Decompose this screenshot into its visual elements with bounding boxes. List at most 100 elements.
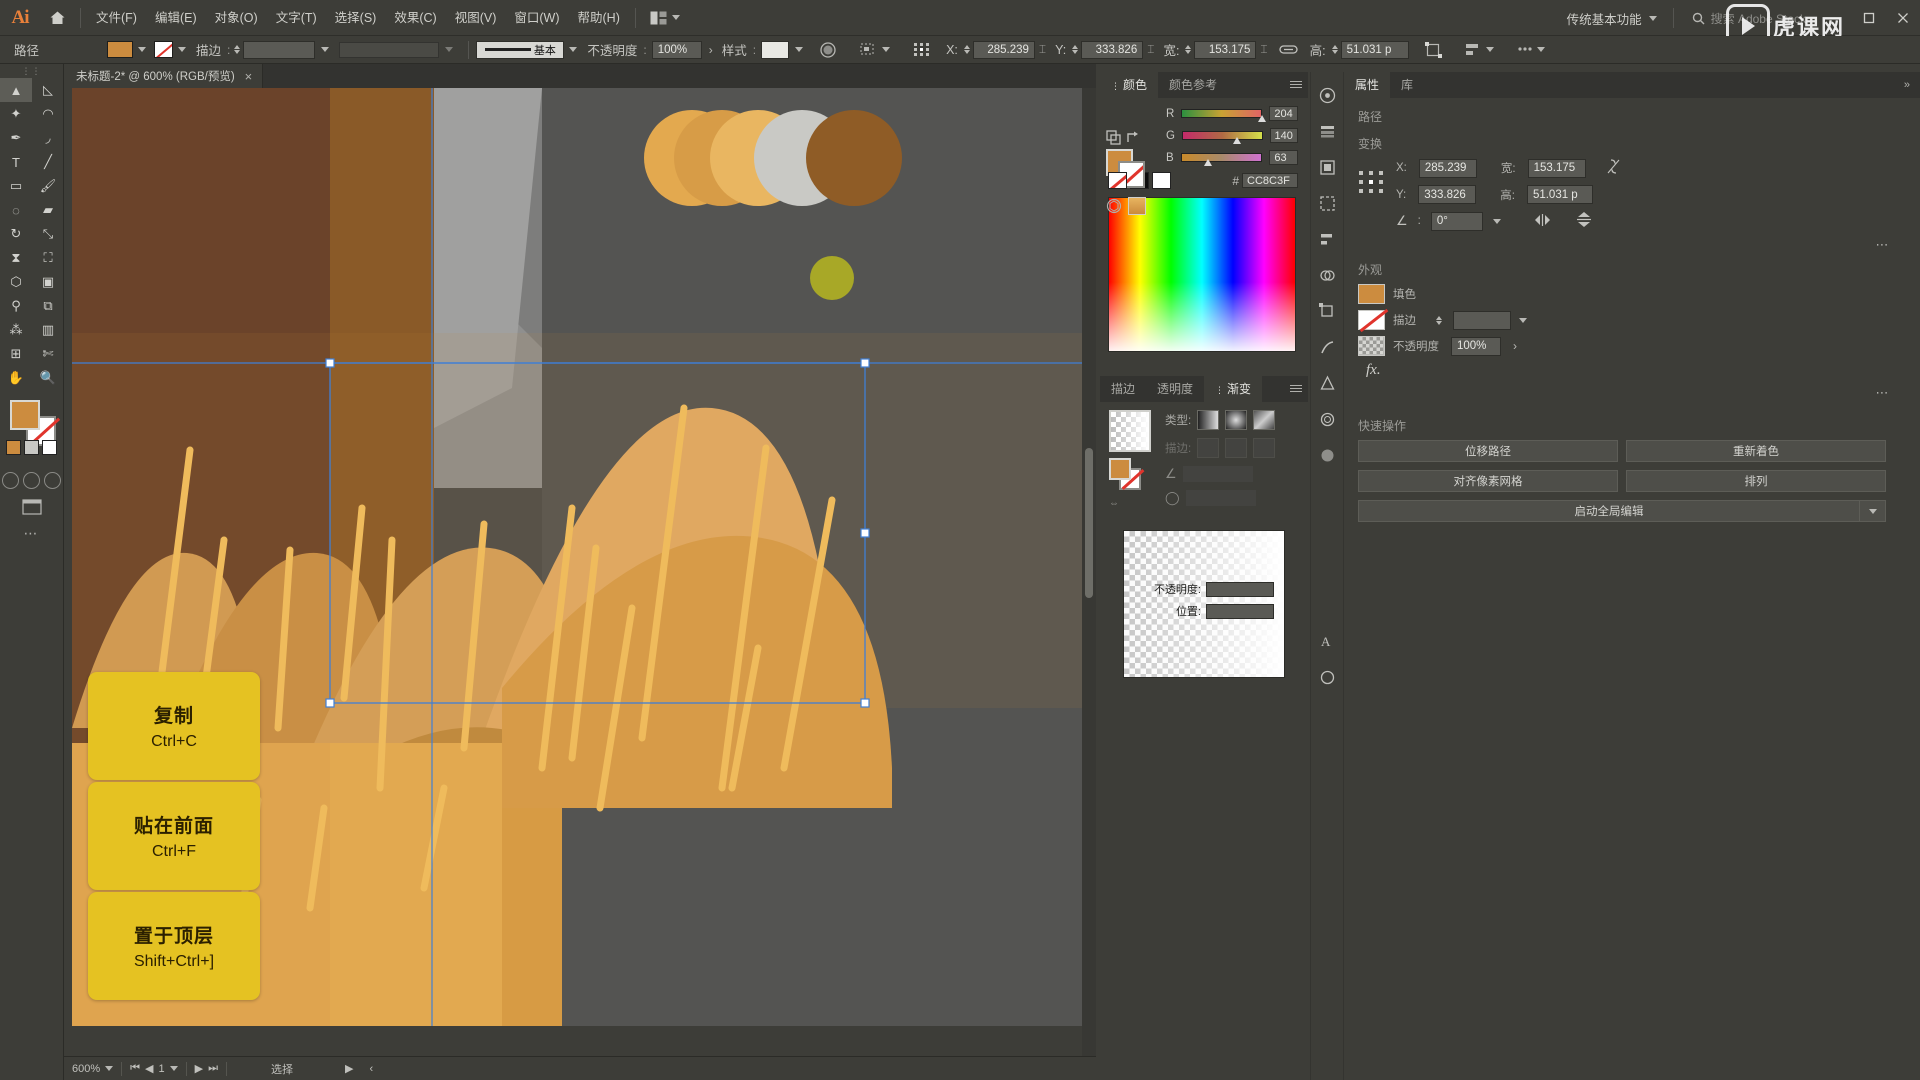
- rectangle-tool[interactable]: ▭: [0, 174, 32, 198]
- document-tab[interactable]: 未标题-2* @ 600% (RGB/预览) ×: [64, 64, 264, 88]
- paintbrush-tool[interactable]: 🖌: [32, 174, 64, 198]
- tab-transparency[interactable]: 透明度: [1146, 376, 1204, 402]
- web-safe-swatch[interactable]: [1128, 197, 1146, 215]
- status-text[interactable]: 选择: [227, 1057, 337, 1080]
- quick-action-recolor[interactable]: 重新着色: [1626, 440, 1886, 462]
- page-navigation-next[interactable]: ▶ ⏭: [187, 1057, 226, 1080]
- gradient-preview[interactable]: [1109, 410, 1151, 452]
- chevron-down-icon[interactable]: [569, 47, 578, 52]
- appearance-stroke-stepper[interactable]: [1436, 315, 1442, 325]
- graphic-style-swatch[interactable]: [761, 40, 790, 59]
- global-edit-options-icon[interactable]: [1860, 500, 1886, 522]
- eyedropper-tool[interactable]: ⚲: [0, 294, 32, 318]
- appearance-stroke-swatch[interactable]: [1358, 310, 1385, 330]
- x-field[interactable]: 285.239: [972, 40, 1035, 59]
- gradient-editor[interactable]: 不透明度: 位置:: [1123, 530, 1285, 678]
- out-of-gamut-icon[interactable]: [1106, 198, 1122, 214]
- fill-stroke-toggle-icon[interactable]: [1106, 130, 1121, 145]
- scrollbar-thumb[interactable]: [1085, 448, 1093, 598]
- selection-tool[interactable]: ▲: [0, 78, 32, 102]
- menu-select[interactable]: 选择(S): [326, 0, 386, 36]
- last-page-icon[interactable]: ⏭: [208, 1062, 218, 1075]
- slider-knob-r[interactable]: [1258, 115, 1267, 124]
- color-spectrum[interactable]: [1108, 197, 1296, 352]
- libraries-icon[interactable]: [1316, 84, 1338, 106]
- chevron-down-icon[interactable]: [445, 47, 454, 52]
- menu-help[interactable]: 帮助(H): [569, 0, 629, 36]
- w-stepper[interactable]: [1185, 45, 1192, 54]
- appearance-more-options-icon[interactable]: ⋯: [1344, 385, 1920, 401]
- color-swatch-none[interactable]: [42, 440, 57, 455]
- stroke-style-field[interactable]: [339, 41, 440, 58]
- align-icon[interactable]: [1461, 39, 1498, 61]
- character-icon[interactable]: A: [1316, 630, 1338, 652]
- pen-tool[interactable]: ✒: [0, 126, 32, 150]
- tab-color-guide[interactable]: 颜色参考: [1158, 72, 1228, 98]
- panel-menu-icon[interactable]: [1290, 383, 1302, 394]
- page-number[interactable]: 1: [159, 1063, 165, 1075]
- none-mode-icon[interactable]: [44, 472, 61, 489]
- h-stepper[interactable]: [1331, 45, 1338, 54]
- gradient-reverse-icon[interactable]: ⇔: [1109, 498, 1157, 509]
- asset-export-icon[interactable]: [1316, 192, 1338, 214]
- free-transform-tool[interactable]: ⛶: [32, 246, 64, 270]
- panel-menu-icon[interactable]: [1290, 79, 1302, 90]
- unlink-ratio-icon[interactable]: [1606, 158, 1621, 178]
- reference-point-icon[interactable]: [908, 39, 936, 61]
- chevron-down-icon[interactable]: [138, 47, 147, 52]
- menu-object[interactable]: 对象(O): [206, 0, 267, 36]
- column-graph-tool[interactable]: ▥: [32, 318, 64, 342]
- stroke-weight-stepper[interactable]: [234, 45, 241, 54]
- tab-gradient[interactable]: ⋮ 渐变: [1204, 376, 1263, 402]
- slice-tool[interactable]: ✄: [32, 342, 64, 366]
- search-input[interactable]: 搜索 Adobe Stock: [1680, 10, 1818, 27]
- chevron-down-icon[interactable]: [1519, 317, 1527, 323]
- appearance-stroke-field[interactable]: [1453, 310, 1511, 330]
- quick-action-offset-path[interactable]: 位移路径: [1358, 440, 1618, 462]
- flip-horizontal-icon[interactable]: [1533, 213, 1552, 230]
- color-swatch-gradient[interactable]: [24, 440, 39, 455]
- brushes-icon[interactable]: [1316, 336, 1338, 358]
- y-stepper[interactable]: [1072, 45, 1079, 54]
- stroke-weight-field[interactable]: [243, 40, 316, 59]
- rotate-tool[interactable]: ↻: [0, 222, 32, 246]
- menu-view[interactable]: 视图(V): [446, 0, 506, 36]
- graphic-styles-icon[interactable]: [1316, 408, 1338, 430]
- close-tab-icon[interactable]: ×: [245, 69, 253, 84]
- appearance-opacity-swatch[interactable]: [1358, 336, 1385, 356]
- slider-knob-g[interactable]: [1232, 137, 1242, 146]
- slider-value-r[interactable]: 204: [1269, 106, 1298, 121]
- props-y-field[interactable]: 333.826: [1418, 185, 1477, 204]
- eraser-tool[interactable]: ▰: [32, 198, 64, 222]
- freeform-gradient-icon[interactable]: [1253, 410, 1276, 430]
- h-field[interactable]: 51.031 p: [1340, 40, 1409, 59]
- slider-value-g[interactable]: 140: [1269, 128, 1298, 143]
- collapse-panel-icon[interactable]: »: [1904, 79, 1910, 91]
- w-field[interactable]: 153.175: [1194, 40, 1257, 59]
- gradient-location-field[interactable]: [1206, 603, 1274, 619]
- flip-vertical-icon[interactable]: [1576, 211, 1592, 231]
- width-tool[interactable]: ⧗: [0, 246, 32, 270]
- transform-icon[interactable]: [1421, 39, 1447, 61]
- stroke-swatch[interactable]: [154, 41, 174, 58]
- menu-type[interactable]: 文字(T): [267, 0, 326, 36]
- none-swatch-icon[interactable]: [1108, 172, 1127, 189]
- prev-page-icon[interactable]: ◀: [145, 1062, 153, 1075]
- hint-card-copy[interactable]: 复制 Ctrl+C: [88, 672, 260, 780]
- first-page-icon[interactable]: ⏮: [130, 1062, 140, 1075]
- tab-libraries[interactable]: 库: [1390, 72, 1424, 98]
- chevron-down-icon[interactable]: [169, 1066, 178, 1071]
- white-swatch-icon[interactable]: [1152, 172, 1171, 189]
- shape-builder-tool[interactable]: ⬡: [0, 270, 32, 294]
- slider-knob-b[interactable]: [1204, 159, 1213, 168]
- menu-file[interactable]: 文件(F): [87, 0, 146, 36]
- select-similar-icon[interactable]: [855, 39, 894, 61]
- close-icon[interactable]: [1886, 0, 1920, 36]
- zoom-tool[interactable]: 🔍: [32, 366, 64, 390]
- appearance-opacity-field[interactable]: 100%: [1451, 336, 1501, 356]
- toolbar-fill-swatch[interactable]: [10, 400, 40, 430]
- status-back-icon[interactable]: ‹: [361, 1057, 381, 1080]
- toolbar-grip[interactable]: ⋮⋮: [0, 64, 63, 78]
- props-x-field[interactable]: 285.239: [1418, 158, 1477, 178]
- paragraph-icon[interactable]: [1316, 666, 1338, 688]
